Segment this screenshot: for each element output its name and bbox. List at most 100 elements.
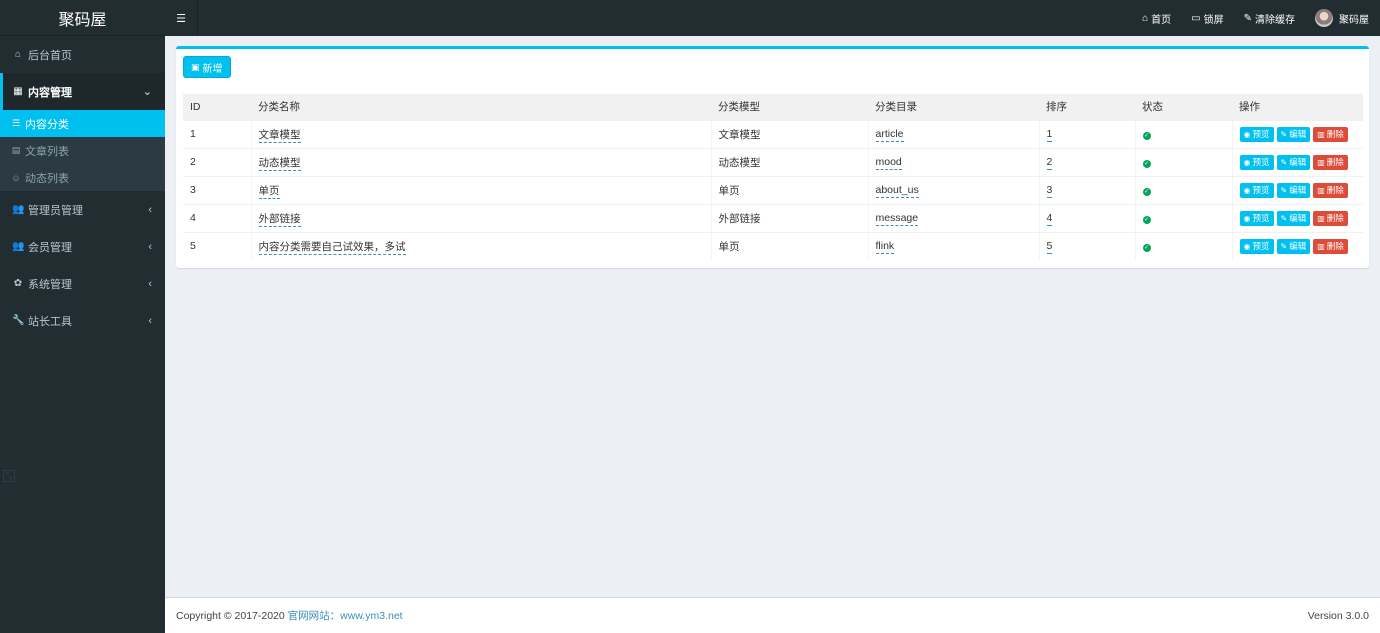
cell-dir: about_us bbox=[868, 175, 1040, 204]
submenu-item-moods[interactable]: ☺ 动态列表 bbox=[0, 164, 165, 191]
sidebar-toggle-button[interactable]: ☰ bbox=[165, 0, 198, 36]
column-header-sort[interactable]: 排序 bbox=[1039, 94, 1135, 120]
edit-icon: ✎ bbox=[1280, 213, 1288, 223]
brush-icon: ✎ bbox=[1243, 12, 1252, 24]
home-icon: ⌂ bbox=[14, 49, 22, 60]
trash-icon: ▥ bbox=[1317, 129, 1325, 139]
edit-icon: ✎ bbox=[1280, 129, 1288, 139]
submenu-item-category[interactable]: ☰ 内容分类 bbox=[0, 110, 165, 137]
editable-name[interactable]: 文章模型 bbox=[258, 128, 301, 143]
nav-clear-cache-link[interactable]: ✎ 清除缓存 bbox=[1244, 11, 1295, 26]
save-icon: ▣ bbox=[191, 61, 200, 72]
preview-button[interactable]: ◉ 预览 bbox=[1239, 126, 1274, 142]
sidebar-item-dashboard[interactable]: ⌂ 后台首页 bbox=[0, 36, 165, 73]
delete-button[interactable]: ▥ 删除 bbox=[1313, 154, 1348, 170]
resize-handle-icon[interactable]: ⤡ bbox=[3, 470, 15, 482]
preview-button[interactable]: ◉ 预览 bbox=[1239, 154, 1274, 170]
nav-link-label: 清除缓存 bbox=[1255, 14, 1295, 26]
user-menu[interactable]: 聚码屋 bbox=[1315, 9, 1369, 27]
status-ok-icon[interactable]: ✓ bbox=[1142, 244, 1151, 253]
edit-label: 编辑 bbox=[1289, 129, 1307, 139]
eye-icon: ◉ bbox=[1243, 129, 1251, 139]
editable-sort[interactable]: 1 bbox=[1046, 128, 1053, 142]
cell-sort: 5 bbox=[1039, 231, 1136, 260]
cell-actions: ◉ 预览 ✎ 编辑 ▥ 删除 bbox=[1232, 147, 1363, 176]
editable-dir[interactable]: about_us bbox=[875, 184, 919, 198]
nav-home-link[interactable]: ⌂ 首页 bbox=[1142, 11, 1171, 26]
category-box: ▣ 新增 ID 分类名称 分类模型 分类目录 排序 状态 操作 1 文章模型 文… bbox=[176, 46, 1369, 268]
eye-icon: ◉ bbox=[1243, 157, 1251, 167]
chevron-left-icon: ‹ bbox=[148, 203, 152, 216]
delete-button[interactable]: ▥ 删除 bbox=[1313, 126, 1348, 142]
editable-sort[interactable]: 3 bbox=[1046, 184, 1053, 198]
preview-button[interactable]: ◉ 预览 bbox=[1239, 182, 1274, 198]
sidebar-item-system[interactable]: ✿ 系统管理 ‹ bbox=[0, 265, 165, 302]
editable-dir[interactable]: flink bbox=[875, 240, 895, 255]
editable-name[interactable]: 外部链接 bbox=[258, 212, 301, 227]
status-ok-icon[interactable]: ✓ bbox=[1142, 216, 1151, 224]
status-ok-icon[interactable]: ✓ bbox=[1142, 160, 1151, 168]
editable-dir[interactable]: message bbox=[875, 212, 919, 226]
edit-button[interactable]: ✎ 编辑 bbox=[1276, 182, 1311, 198]
delete-button[interactable]: ▥ 删除 bbox=[1313, 238, 1348, 254]
brand-logo[interactable]: 聚码屋 bbox=[0, 0, 165, 36]
grid-icon: ▦ bbox=[13, 86, 23, 97]
column-header-name[interactable]: 分类名称 bbox=[251, 94, 711, 120]
list-icon: ☰ bbox=[11, 118, 21, 128]
sidebar-item-admins[interactable]: 👥 管理员管理 ‹ bbox=[0, 191, 165, 228]
chevron-down-icon: ⌄ bbox=[142, 86, 152, 98]
table-row: 4 外部链接 外部链接 message 4 ✓ ◉ 预览 ✎ 编辑 ▥ 删除 bbox=[183, 203, 1363, 232]
column-header-dir[interactable]: 分类目录 bbox=[868, 94, 1039, 120]
sidebar-item-tools[interactable]: 🔧 站长工具 ‹ bbox=[0, 302, 165, 339]
cell-sort: 4 bbox=[1039, 203, 1136, 232]
table-row: 3 单页 单页 about_us 3 ✓ ◉ 预览 ✎ 编辑 ▥ 删除 bbox=[183, 175, 1363, 204]
cell-dir: mood bbox=[868, 147, 1040, 176]
sidebar-item-label: 系统管理 bbox=[28, 278, 72, 291]
editable-sort[interactable]: 5 bbox=[1046, 240, 1053, 255]
editable-sort[interactable]: 4 bbox=[1046, 212, 1053, 226]
editable-name[interactable]: 动态模型 bbox=[258, 156, 301, 171]
editable-dir[interactable]: article bbox=[875, 128, 904, 142]
column-header-id[interactable]: ID bbox=[183, 94, 251, 120]
edit-label: 编辑 bbox=[1289, 213, 1307, 223]
official-site-link[interactable]: 官网网站：www.ym3.net bbox=[288, 610, 403, 622]
nav-lock-screen-link[interactable]: ▭ 锁屏 bbox=[1191, 11, 1223, 26]
cell-name: 文章模型 bbox=[251, 119, 712, 148]
preview-button[interactable]: ◉ 预览 bbox=[1239, 238, 1274, 254]
eye-icon: ◉ bbox=[1243, 185, 1251, 195]
sidebar-item-content[interactable]: ▦ 内容管理 ⌄ bbox=[0, 73, 165, 110]
status-ok-icon[interactable]: ✓ bbox=[1142, 188, 1151, 196]
editable-dir[interactable]: mood bbox=[875, 156, 902, 170]
users-icon: 👥 bbox=[12, 204, 25, 215]
add-button[interactable]: ▣ 新增 bbox=[183, 56, 231, 78]
cell-actions: ◉ 预览 ✎ 编辑 ▥ 删除 bbox=[1232, 119, 1363, 148]
copyright-text: Copyright © 2017-2020 bbox=[176, 610, 288, 622]
trash-icon: ▥ bbox=[1317, 241, 1325, 251]
edit-button[interactable]: ✎ 编辑 bbox=[1276, 154, 1311, 170]
editable-name[interactable]: 单页 bbox=[258, 184, 280, 199]
cell-model: 单页 bbox=[711, 175, 869, 204]
column-header-actions: 操作 bbox=[1232, 94, 1363, 120]
delete-button[interactable]: ▥ 删除 bbox=[1313, 210, 1348, 226]
cell-id: 5 bbox=[183, 231, 252, 260]
edit-icon: ✎ bbox=[1280, 157, 1288, 167]
preview-button[interactable]: ◉ 预览 bbox=[1239, 210, 1274, 226]
editable-sort[interactable]: 2 bbox=[1046, 156, 1053, 170]
sidebar-item-members[interactable]: 👥 会员管理 ‹ bbox=[0, 228, 165, 265]
submenu-item-articles[interactable]: ▤ 文章列表 bbox=[0, 137, 165, 164]
top-navbar: ☰ ⌂ 首页 ▭ 锁屏 ✎ 清除缓存 聚码屋 bbox=[165, 0, 1380, 36]
column-header-model[interactable]: 分类模型 bbox=[711, 94, 868, 120]
delete-label: 删除 bbox=[1326, 241, 1344, 252]
edit-button[interactable]: ✎ 编辑 bbox=[1276, 210, 1311, 226]
add-button-label: 新增 bbox=[202, 63, 223, 75]
edit-button[interactable]: ✎ 编辑 bbox=[1276, 238, 1311, 254]
cell-name: 动态模型 bbox=[251, 147, 712, 176]
edit-button[interactable]: ✎ 编辑 bbox=[1276, 126, 1311, 142]
editable-name[interactable]: 内容分类需要自己试效果，多试 bbox=[258, 240, 406, 255]
column-header-status[interactable]: 状态 bbox=[1135, 94, 1232, 120]
users-icon: 👥 bbox=[12, 241, 25, 252]
delete-button[interactable]: ▥ 删除 bbox=[1313, 182, 1348, 198]
cell-id: 2 bbox=[183, 147, 252, 176]
status-ok-icon[interactable]: ✓ bbox=[1142, 132, 1151, 140]
cell-dir: flink bbox=[868, 231, 1040, 260]
